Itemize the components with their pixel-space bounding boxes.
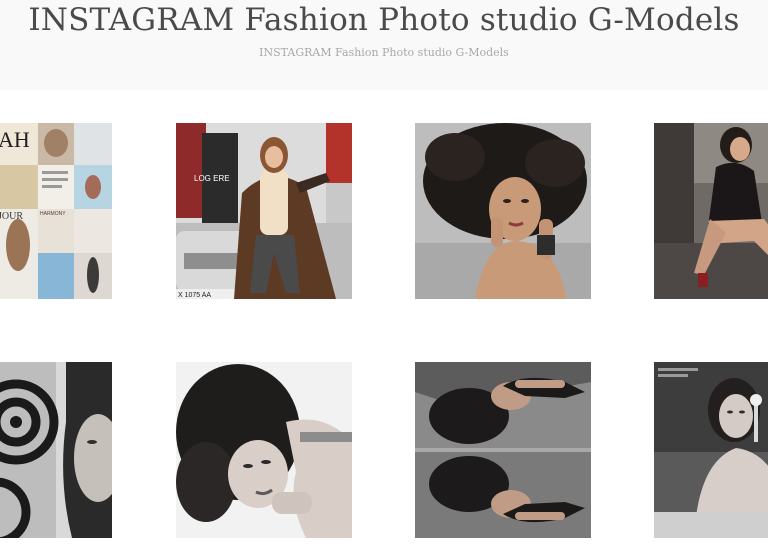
photo-tile-model-curly-hair-portrait[interactable]: [415, 123, 591, 299]
collage-magazine-text: JOUR: [0, 211, 23, 222]
collage-label-text: HARMONY: [40, 211, 66, 217]
page-header: INSTAGRAM Fashion Photo studio G-Models …: [0, 0, 768, 90]
street-sign-text: LOG ERE: [194, 174, 230, 183]
model-magazine-pose-image: [654, 362, 768, 538]
photo-tile-model-seated-dark-dress[interactable]: [654, 123, 768, 299]
photo-tile-magazine-collage[interactable]: AH HARMONY JOUR: [0, 123, 112, 299]
photo-tile-model-bw-lying-hair-spread[interactable]: [176, 362, 352, 538]
collage-masthead-text: AH: [0, 127, 30, 152]
photo-tile-model-bw-magazine-pose[interactable]: [654, 362, 768, 538]
model-seated-dress-image: [654, 123, 768, 299]
page-title: INSTAGRAM Fashion Photo studio G-Models: [28, 2, 740, 38]
photo-tile-model-mirrored-reflection[interactable]: [415, 362, 591, 538]
model-lying-hair-image: [176, 362, 352, 538]
instagram-photo-grid: AH HARMONY JOUR X 1075 AA LOG ERE: [0, 90, 768, 544]
street-plate-text: X 1075 AA: [178, 292, 211, 299]
photo-tile-model-bw-patterned-fabric[interactable]: [0, 362, 112, 538]
page-subtitle: INSTAGRAM Fashion Photo studio G-Models: [259, 46, 509, 59]
model-curly-hair-image: [415, 123, 591, 299]
magazine-collage-image: AH HARMONY JOUR: [0, 123, 112, 299]
model-mirrored-image: [415, 362, 591, 538]
model-fur-coat-image: X 1075 AA LOG ERE: [176, 123, 352, 299]
photo-tile-model-fur-coat-street[interactable]: X 1075 AA LOG ERE: [176, 123, 352, 299]
model-patterned-fabric-image: [0, 362, 112, 538]
